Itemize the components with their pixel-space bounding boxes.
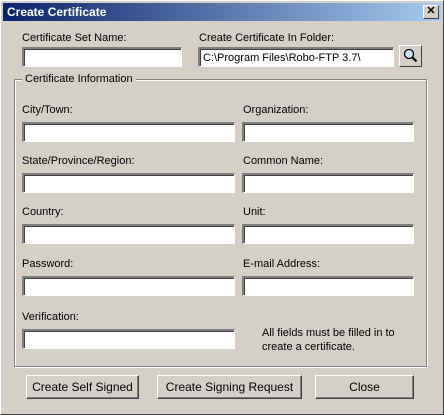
organization-label: Organization: (243, 104, 309, 116)
window-title: Create Certificate (7, 5, 107, 19)
common-name-label: Common Name: (243, 155, 324, 167)
create-self-signed-button[interactable]: Create Self Signed (26, 375, 139, 399)
close-button[interactable]: Close (315, 375, 414, 399)
state-input[interactable] (22, 173, 235, 193)
certificate-set-name-label: Certificate Set Name: (22, 32, 127, 44)
title-bar: Create Certificate ✕ (3, 3, 441, 21)
email-input[interactable] (242, 276, 414, 296)
country-input[interactable] (22, 224, 235, 244)
certificate-set-name-input[interactable] (22, 47, 182, 67)
country-label: Country: (22, 206, 64, 218)
password-label: Password: (22, 258, 74, 270)
state-label: State/Province/Region: (22, 155, 135, 167)
password-input[interactable] (22, 276, 235, 296)
magnifier-icon (403, 48, 418, 63)
close-icon[interactable]: ✕ (423, 5, 439, 19)
browse-folder-button[interactable] (399, 45, 422, 67)
email-label: E-mail Address: (243, 258, 321, 270)
verification-label: Verification: (22, 311, 79, 323)
city-input[interactable] (22, 122, 235, 142)
organization-input[interactable] (242, 122, 414, 142)
certificate-folder-label: Create Certificate In Folder: (199, 32, 335, 44)
required-fields-note-line2: create a certificate. (262, 341, 355, 353)
unit-input[interactable] (242, 224, 414, 244)
create-signing-request-button[interactable]: Create Signing Request (157, 375, 302, 399)
common-name-input[interactable] (242, 173, 414, 193)
required-fields-note-line1: All fields must be filled in to (262, 327, 395, 339)
certificate-folder-input[interactable] (198, 47, 394, 67)
required-fields-note: All fields must be filled in to create a… (262, 326, 422, 354)
verification-input[interactable] (22, 329, 235, 349)
certificate-information-legend: Certificate Information (22, 73, 136, 85)
city-label: City/Town: (22, 104, 73, 116)
unit-label: Unit: (243, 206, 266, 218)
